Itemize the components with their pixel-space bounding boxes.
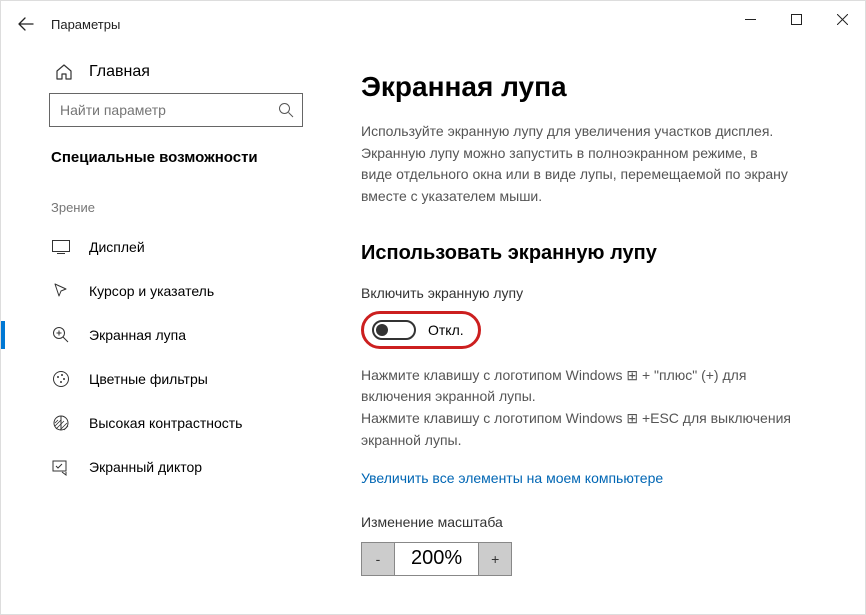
content-area: Экранная лупа Используйте экранную лупу …	[331, 47, 865, 614]
zoom-stepper: - 200% +	[361, 542, 827, 576]
highlight-annotation: Откл.	[361, 311, 481, 349]
zoom-value: 200%	[395, 542, 478, 576]
home-icon	[55, 63, 73, 81]
link-enlarge-all[interactable]: Увеличить все элементы на моем компьютер…	[361, 470, 663, 486]
sidebar-group-label: Зрение	[1, 188, 331, 225]
sidebar-item-cursor[interactable]: Курсор и указатель	[1, 269, 331, 313]
page-title: Экранная лупа	[361, 71, 827, 103]
search-box[interactable]	[49, 93, 303, 127]
narrator-icon	[51, 457, 71, 477]
search-input[interactable]	[60, 102, 278, 118]
maximize-button[interactable]	[773, 1, 819, 37]
sidebar-home-label: Главная	[89, 63, 150, 81]
sidebar-item-label: Экранная лупа	[89, 327, 186, 343]
sidebar-item-narrator[interactable]: Экранный диктор	[1, 445, 331, 489]
enable-magnifier-toggle[interactable]	[372, 320, 416, 340]
magnifier-icon	[51, 325, 71, 345]
sidebar-item-label: Цветные фильтры	[89, 371, 208, 387]
page-description: Используйте экранную лупу для увеличения…	[361, 121, 791, 208]
sidebar-item-label: Высокая контрастность	[89, 415, 242, 431]
zoom-decrease-button[interactable]: -	[361, 542, 395, 576]
sidebar-category: Специальные возможности	[1, 149, 331, 188]
window-title: Параметры	[51, 17, 120, 32]
title-bar: Параметры	[1, 1, 865, 47]
window-controls	[727, 1, 865, 37]
contrast-icon	[51, 413, 71, 433]
sidebar-item-home[interactable]: Главная	[1, 59, 331, 93]
display-icon	[51, 237, 71, 257]
minimize-button[interactable]	[727, 1, 773, 37]
section-heading-use: Использовать экранную лупу	[361, 242, 827, 265]
sidebar: Главная Специальные возможности Зрение Д…	[1, 47, 331, 614]
sidebar-item-display[interactable]: Дисплей	[1, 225, 331, 269]
cursor-icon	[51, 281, 71, 301]
sidebar-item-label: Экранный диктор	[89, 459, 202, 475]
toggle-state-label: Откл.	[428, 322, 464, 338]
back-arrow-icon	[18, 16, 34, 32]
sidebar-item-magnifier[interactable]: Экранная лупа	[1, 313, 331, 357]
sidebar-item-color-filters[interactable]: Цветные фильтры	[1, 357, 331, 401]
sidebar-item-high-contrast[interactable]: Высокая контрастность	[1, 401, 331, 445]
zoom-increase-button[interactable]: +	[478, 542, 512, 576]
hint-disable: Нажмите клавишу с логотипом Windows ⊞ +E…	[361, 408, 791, 451]
search-icon	[278, 102, 294, 118]
hint-enable: Нажмите клавишу с логотипом Windows ⊞ + …	[361, 365, 791, 408]
palette-icon	[51, 369, 71, 389]
sidebar-item-label: Курсор и указатель	[89, 283, 214, 299]
close-button[interactable]	[819, 1, 865, 37]
zoom-label: Изменение масштаба	[361, 514, 827, 530]
enable-magnifier-label: Включить экранную лупу	[361, 285, 827, 301]
sidebar-item-label: Дисплей	[89, 239, 145, 255]
back-button[interactable]	[7, 5, 45, 43]
